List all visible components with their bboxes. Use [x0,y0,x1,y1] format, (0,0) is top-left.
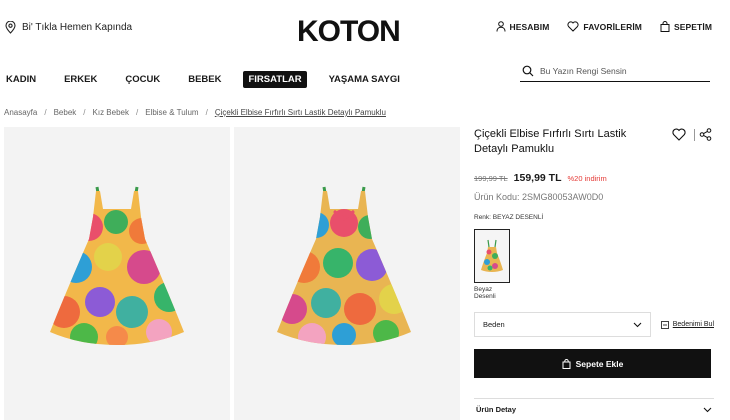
product-title: Çiçekli Elbise Fırfırlı Sırtı Lastik Det… [474,128,627,155]
svg-text:KOTON: KOTON [297,15,400,46]
favorites-label: FAVORİLERİM [583,21,642,32]
location-pin-icon [5,21,16,34]
nav-item-firsatlar[interactable]: FIRSATLAR [243,70,307,88]
main-nav: KADIN ERKEK ÇOCUK BEBEK FIRSATLAR YAŞAMA… [0,70,422,88]
shopping-bag-icon [562,358,571,369]
size-guide-label: Bedenimi Bul [672,321,714,328]
dress-front-image [50,186,184,345]
breadcrumb-separator: / [44,108,47,117]
favorites-link[interactable]: FAVORİLERİM [567,21,642,32]
share-icon[interactable] [699,128,712,141]
size-row: Beden Bedenimi Bul [474,312,714,337]
swatch-name: Beyaz Desenli [474,286,496,300]
account-link[interactable]: HESABIM [496,21,550,32]
breadcrumb-current[interactable]: Çiçekli Elbise Fırfırlı Sırtı Lastik Det… [215,108,386,117]
breadcrumb-item[interactable]: Kız Bebek [93,108,129,117]
search-icon[interactable] [522,65,534,77]
product-details-accordion[interactable]: Ürün Detay [474,398,714,420]
product-details-label: Ürün Detay [476,405,517,414]
user-icon [496,21,506,32]
discount-badge: %20 indirim [567,174,607,183]
breadcrumb-item[interactable]: Anasayfa [4,108,37,117]
breadcrumb: Anasayfa / Bebek / Kız Bebek / Elbise & … [4,108,386,117]
nav-item-yasama-saygi[interactable]: YAŞAMA SAYGI [323,71,406,88]
header: Bi' Tıkla Hemen Kapında KOTON HESABIM FA… [0,0,730,58]
price-row: 199,99 TL 159,99 TL %20 indirim [474,172,714,184]
delivery-info[interactable]: Bi' Tıkla Hemen Kapında [5,21,132,34]
nav-item-bebek[interactable]: BEBEK [182,71,227,88]
old-price: 199,99 TL [474,174,508,183]
nav-item-kadin[interactable]: KADIN [0,71,42,88]
size-select[interactable]: Beden [474,312,651,337]
delivery-text: Bi' Tıkla Hemen Kapında [22,22,133,33]
dress-back-image [277,186,411,345]
product-code: Ürün Kodu: 2SMG80053AW0D0 [474,192,604,202]
add-to-cart-label: Sepete Ekle [575,358,624,369]
ruler-icon [660,320,669,329]
nav-item-erkek[interactable]: ERKEK [58,71,103,88]
heart-icon [567,21,579,32]
size-guide-link[interactable]: Bedenimi Bul [660,320,714,329]
chevron-down-icon [703,407,712,412]
color-swatch[interactable] [474,229,510,283]
search-bar [520,60,710,82]
account-label: HESABIM [509,21,550,32]
search-input[interactable] [540,65,700,76]
product-image-back[interactable] [234,127,460,420]
breadcrumb-item[interactable]: Elbise & Tulum [145,108,198,117]
cart-label: SEPETİM [673,21,712,32]
koton-logo[interactable]: KOTON [297,14,417,46]
chevron-down-icon [633,322,642,327]
breadcrumb-separator: / [205,108,208,117]
breadcrumb-separator: / [83,108,86,117]
divider [694,129,695,141]
breadcrumb-separator: / [135,108,139,117]
user-links: HESABIM FAVORİLERİM SEPETİM [496,21,712,32]
color-label: Renk: BEYAZ DESENLİ [474,214,544,221]
shopping-bag-icon [660,21,670,32]
heart-icon[interactable] [672,128,686,141]
product-image-front[interactable] [4,127,230,420]
add-to-cart-button[interactable]: Sepete Ekle [474,349,711,378]
size-label: Beden [483,320,505,329]
title-row: Çiçekli Elbise Fırfırlı Sırtı Lastik Det… [474,127,714,157]
nav-item-cocuk[interactable]: ÇOCUK [119,71,166,88]
current-price: 159,99 TL [513,172,562,184]
product-detail-panel: Çiçekli Elbise Fırfırlı Sırtı Lastik Det… [474,127,714,378]
breadcrumb-item[interactable]: Bebek [54,108,77,117]
dress-thumbnail [481,239,503,272]
cart-link[interactable]: SEPETİM [660,21,712,32]
